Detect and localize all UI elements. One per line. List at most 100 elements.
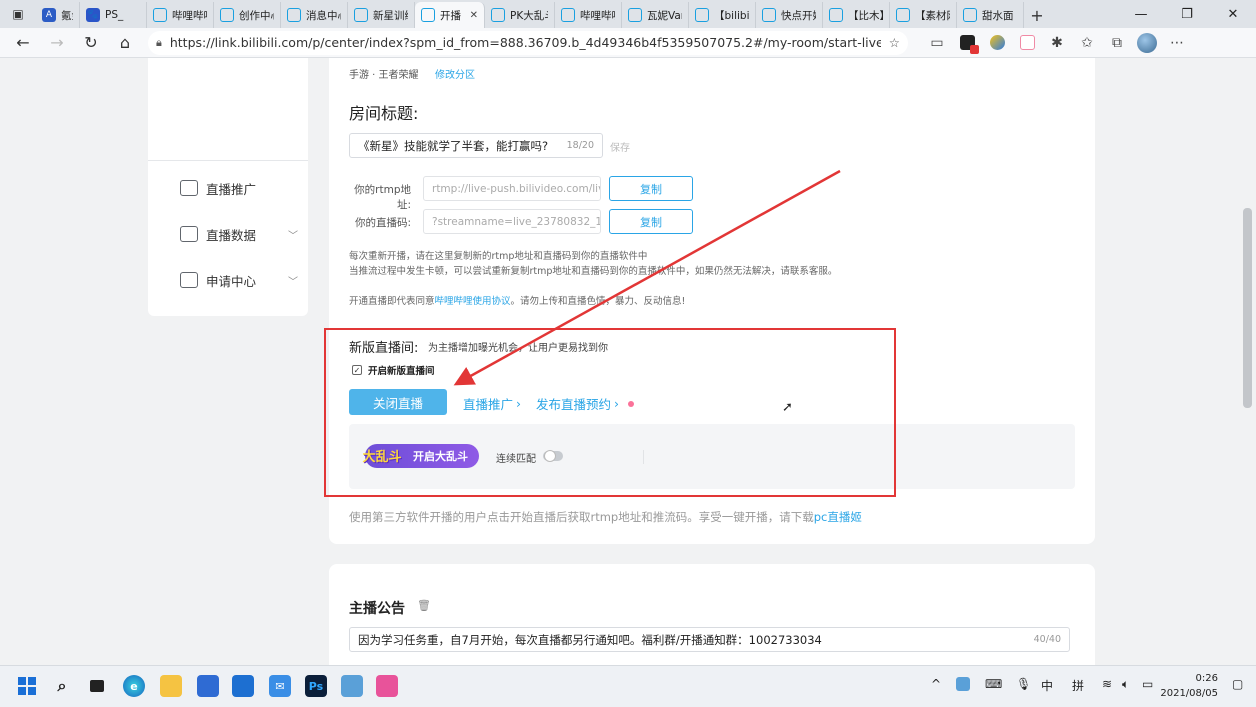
- tab-label: 【素材网: [915, 9, 950, 22]
- search-icon[interactable]: ⌕: [51, 675, 73, 697]
- more-menu-icon[interactable]: ⋯: [1162, 28, 1192, 58]
- bilibili-tv-icon: [354, 8, 368, 22]
- bilibili-tv-icon: [896, 8, 910, 22]
- tab-label: 氪金: [61, 9, 73, 22]
- extension-record-icon[interactable]: [952, 28, 982, 58]
- address-bar[interactable]: 🔒︎ https://link.bilibili.com/p/center/in…: [148, 30, 908, 55]
- tab-label: 哔哩哔哩: [580, 9, 615, 22]
- clock-time[interactable]: 0:26: [1168, 673, 1218, 684]
- new-tab-button[interactable]: +: [1024, 2, 1050, 28]
- photos-icon[interactable]: [341, 675, 363, 697]
- tab-8[interactable]: 哔哩哔哩: [555, 2, 622, 28]
- address-toolbar: ← → ↻ ⌂ 🔒︎ https://link.bilibili.com/p/c…: [0, 28, 1256, 58]
- tab-label: 哔哩哔哩: [172, 9, 207, 22]
- tab-1[interactable]: 🐾 PS_: [80, 2, 147, 28]
- windows-start-icon[interactable]: [16, 675, 38, 697]
- bilibili-tv-icon: [762, 8, 776, 22]
- minimize-icon[interactable]: —: [1118, 0, 1164, 28]
- tray-overflow-icon[interactable]: ^: [931, 677, 941, 691]
- extension-shield-icon[interactable]: [982, 28, 1012, 58]
- bilibili-tv-icon: [829, 8, 843, 22]
- favorite-add-icon[interactable]: ☆: [889, 35, 900, 50]
- tab-strip: A 氪金 🐾 PS_ 哔哩哔哩 创作中心 消息中心 新星训练 开播 ✕ PK大乱斗 哔哩哔哩 瓦妮Van…: [36, 0, 1024, 28]
- wifi-icon[interactable]: ≋: [1102, 677, 1112, 691]
- tab-label: PK大乱斗: [510, 9, 548, 22]
- tab-0[interactable]: A 氪金: [36, 2, 80, 28]
- microphone-icon[interactable]: 🎙︎: [1016, 677, 1031, 691]
- maximize-icon[interactable]: ❐: [1164, 0, 1210, 28]
- collections-icon[interactable]: ⧉: [1102, 28, 1132, 58]
- site-icon: A: [42, 8, 56, 22]
- profile-avatar[interactable]: [1132, 28, 1162, 58]
- taskbar: ⌕ e ✉ Ps ^ ⌨ 🎙︎ 中 拼 ≋ 🔈︎ ▭ 0:26 2021/08/…: [0, 665, 1256, 707]
- annotation-arrow: [453, 169, 841, 386]
- app-icon[interactable]: [232, 675, 254, 697]
- tab-label: 消息中心: [306, 9, 341, 22]
- tab-3[interactable]: 创作中心: [214, 2, 281, 28]
- store-icon[interactable]: [197, 675, 219, 697]
- reader-icon[interactable]: ▭: [922, 28, 952, 58]
- bilibili-tv-icon: [695, 8, 709, 22]
- extension-bilibili-icon[interactable]: [1012, 28, 1042, 58]
- task-view-icon[interactable]: [86, 675, 108, 697]
- tab-actions-icon[interactable]: ▣: [0, 0, 36, 28]
- lock-icon: 🔒︎: [156, 35, 162, 49]
- tab-label: 快点开始: [781, 9, 816, 22]
- favorites-icon[interactable]: ✩: [1072, 28, 1102, 58]
- browser-tab-bar: ▣ A 氪金 🐾 PS_ 哔哩哔哩 创作中心 消息中心 新星训练 开播 ✕ PK大乱斗 哔哩哔哩 瓦妮V…: [0, 0, 1256, 28]
- extensions-icon[interactable]: ✱: [1042, 28, 1072, 58]
- ime-pinyin[interactable]: 拼: [1072, 677, 1084, 694]
- bilibili-tv-icon: [628, 8, 642, 22]
- mail-icon[interactable]: ✉: [269, 675, 291, 697]
- tab-12[interactable]: 【比木】: [823, 2, 890, 28]
- close-tab-icon[interactable]: ✕: [470, 10, 478, 21]
- back-icon[interactable]: ←: [6, 28, 40, 58]
- tab-label: 【bilibili: [714, 9, 749, 22]
- tab-label: 创作中心: [239, 9, 274, 22]
- tab-label: PS_: [105, 9, 124, 21]
- tab-label: 开播: [440, 9, 461, 22]
- mouse-cursor-icon: ➚: [782, 400, 793, 415]
- site-icon: 🐾: [86, 8, 100, 22]
- tab-14[interactable]: 甜水面: [957, 2, 1024, 28]
- tab-11[interactable]: 快点开始: [756, 2, 823, 28]
- edge-browser-icon[interactable]: e: [123, 675, 145, 697]
- photoshop-icon[interactable]: Ps: [305, 675, 327, 697]
- close-window-icon[interactable]: ✕: [1210, 0, 1256, 28]
- notification-icon[interactable]: ▢: [1232, 677, 1243, 691]
- page-scrollbar[interactable]: [1243, 208, 1252, 408]
- tray-app-icon[interactable]: [956, 677, 970, 691]
- bilibili-tv-icon: [491, 8, 505, 22]
- tab-7[interactable]: PK大乱斗: [485, 2, 555, 28]
- home-icon[interactable]: ⌂: [108, 28, 142, 58]
- tab-9[interactable]: 瓦妮Vani: [622, 2, 689, 28]
- tab-2[interactable]: 哔哩哔哩: [147, 2, 214, 28]
- bilibili-tv-icon: [421, 8, 435, 22]
- tab-5[interactable]: 新星训练: [348, 2, 415, 28]
- tab-6[interactable]: 开播 ✕: [415, 2, 485, 28]
- refresh-icon[interactable]: ↻: [74, 28, 108, 58]
- keyboard-icon[interactable]: ⌨: [985, 677, 1002, 691]
- bilibili-tv-icon: [561, 8, 575, 22]
- tab-13[interactable]: 【素材网: [890, 2, 957, 28]
- tab-4[interactable]: 消息中心: [281, 2, 348, 28]
- bilibili-tv-icon: [963, 8, 977, 22]
- live-app-icon[interactable]: [376, 675, 398, 697]
- tab-label: 甜水面: [982, 9, 1014, 22]
- forward-icon[interactable]: →: [40, 28, 74, 58]
- tab-10[interactable]: 【bilibili: [689, 2, 756, 28]
- tab-label: 新星训练: [373, 9, 408, 22]
- tab-label: 瓦妮Vani: [647, 9, 682, 22]
- bilibili-tv-icon: [220, 8, 234, 22]
- clock-date[interactable]: 2021/08/05: [1158, 688, 1218, 699]
- window-controls: — ❐ ✕: [1118, 0, 1256, 28]
- page-content: 直播推广 直播数据 ﹀ 申请中心 ﹀ 手游 · 王者荣耀 修改分区 房间标题: 《新星》…: [0, 58, 1256, 665]
- tab-label: 【比木】: [848, 9, 883, 22]
- bilibili-tv-icon: [153, 8, 167, 22]
- battery-icon[interactable]: ▭: [1142, 677, 1153, 691]
- file-explorer-icon[interactable]: [160, 675, 182, 697]
- ime-mode[interactable]: 中: [1041, 677, 1053, 694]
- url-text: https://link.bilibili.com/p/center/index…: [169, 35, 881, 50]
- volume-icon[interactable]: 🔈︎: [1122, 677, 1129, 692]
- bilibili-tv-icon: [287, 8, 301, 22]
